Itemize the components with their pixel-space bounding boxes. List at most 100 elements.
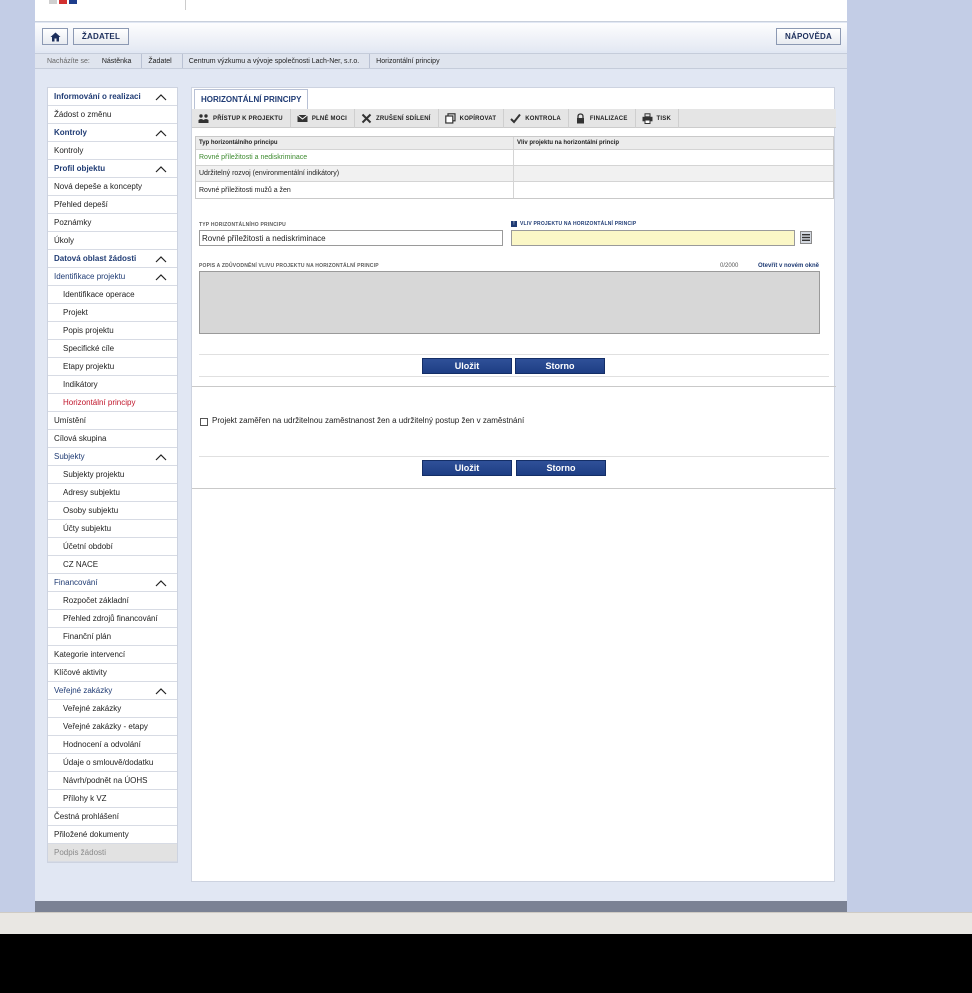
sidebar-item-label: Žádost o změnu [54,110,112,119]
chevron-up-icon[interactable] [155,128,167,138]
sidebar-item[interactable]: Profil objektu [48,160,177,178]
typ-field[interactable]: Rovné příležitosti a nediskriminace [199,230,503,246]
sidebar-item[interactable]: Projekt [48,304,177,322]
sidebar-item[interactable]: Návrh/podnět na ÚOHS [48,772,177,790]
chevron-up-icon[interactable] [155,452,167,462]
chevron-up-icon[interactable] [155,686,167,696]
action-lock-button[interactable]: FINALIZACE [569,109,636,128]
sidebar-item[interactable]: Přehled zdrojů financování [48,610,177,628]
sidebar-item[interactable]: Horizontální principy [48,394,177,412]
sidebar-item[interactable]: Přehled depeší [48,196,177,214]
sidebar-item[interactable]: Účetní období [48,538,177,556]
open-new-window-link[interactable]: Otevřít v novém okně [758,263,819,269]
sidebar-item[interactable]: Čestná prohlášení [48,808,177,826]
sidebar-item[interactable]: Hodnocení a odvolání [48,736,177,754]
table-row[interactable]: Udržitelný rozvoj (environmentální indik… [196,166,833,182]
sidebar-item[interactable]: Veřejné zakázky [48,700,177,718]
sidebar-item[interactable]: Etapy projektu [48,358,177,376]
sidebar-item[interactable]: Indikátory [48,376,177,394]
chevron-up-icon[interactable] [155,272,167,282]
chevron-up-icon[interactable] [155,92,167,102]
chevron-up-icon[interactable] [155,254,167,264]
sidebar-item[interactable]: Finanční plán [48,628,177,646]
home-icon [50,32,60,41]
sidebar-item-label: Horizontální principy [63,398,136,407]
vliv-field[interactable] [511,230,795,246]
sidebar-item[interactable]: Subjekty projektu [48,466,177,484]
sidebar-item-label: Specifické cíle [63,344,115,353]
table-cell-vliv [514,166,833,181]
sidebar-item[interactable]: Klíčové aktivity [48,664,177,682]
breadcrumb-item-nastenka[interactable]: Nástěnka [96,54,143,68]
flag-logo [49,0,81,4]
sidebar-item[interactable]: Cílová skupina [48,430,177,448]
sidebar-item[interactable]: Specifické cíle [48,340,177,358]
table-row[interactable]: Rovné příležitosti mužů a žen [196,182,833,198]
table-cell-vliv [514,182,833,198]
action-printer-button[interactable]: TISK [636,109,679,128]
sidebar-item-label: Osoby subjektu [63,506,119,515]
column-header-typ[interactable]: Typ horizontálního principu [196,137,514,149]
save-button[interactable]: Uložit [422,358,512,374]
popis-textarea[interactable] [199,271,820,334]
breadcrumb-item-zadatel[interactable]: Žadatel [142,54,183,68]
sidebar-item[interactable]: Adresy subjektu [48,484,177,502]
sidebar-item[interactable]: Poznámky [48,214,177,232]
sidebar-item[interactable]: Nová depeše a koncepty [48,178,177,196]
breadcrumb-item-subject[interactable]: Centrum výzkumu a vývoje společnosti Lac… [183,54,371,68]
save-button-2[interactable]: Uložit [422,460,512,476]
chevron-up-icon[interactable] [155,578,167,588]
action-check-button[interactable]: KONTROLA [504,109,569,128]
sidebar-item[interactable]: Financování [48,574,177,592]
sidebar-item-label: Kontroly [54,128,87,137]
list-picker-icon[interactable] [800,231,812,244]
sidebar-item[interactable]: Žádost o změnu [48,106,177,124]
x-icon [361,113,372,124]
sidebar-item[interactable]: Přílohy k VZ [48,790,177,808]
table-cell-typ: Rovné příležitosti mužů a žen [196,182,514,198]
sidebar-item[interactable]: Kontroly [48,124,177,142]
sidebar-item[interactable]: Veřejné zakázky - etapy [48,718,177,736]
sidebar-item[interactable]: Osoby subjektu [48,502,177,520]
sidebar-item-label: Projekt [63,308,88,317]
sidebar-item-label: Čestná prohlášení [54,812,119,821]
column-header-vliv[interactable]: Vliv projektu na horizontální princip [514,137,833,149]
sidebar-item[interactable]: Identifikace projektu [48,268,177,286]
sidebar-item[interactable]: Účty subjektu [48,520,177,538]
sidebar-item[interactable]: Kategorie intervencí [48,646,177,664]
zadatel-button[interactable]: ŽADATEL [73,28,129,45]
women-employment-label[interactable]: Projekt zaměřen na udržitelnou zaměstnan… [212,416,524,425]
sidebar-item[interactable]: Datová oblast žádosti [48,250,177,268]
app-container: ŽADATEL NÁPOVĚDA Nacházíte se: Nástěnka … [35,0,847,912]
sidebar-item[interactable]: Úkoly [48,232,177,250]
sidebar-item[interactable]: Kontroly [48,142,177,160]
popis-label: POPIS A ZDŮVODNĚNÍ VLIVU PROJEKTU NA HOR… [199,263,379,269]
cancel-button-2[interactable]: Storno [516,460,606,476]
sidebar-item-label: Cílová skupina [54,434,107,443]
women-employment-checkbox[interactable] [200,418,208,426]
sidebar-item[interactable]: Subjekty [48,448,177,466]
action-x-button[interactable]: ZRUŠENÍ SDÍLENÍ [355,109,439,128]
sidebar-item-label: Popis projektu [63,326,114,335]
action-envelope-button[interactable]: PLNÉ MOCI [291,109,355,128]
tab-horizontal-principles[interactable]: HORIZONTÁLNÍ PRINCIPY [194,89,309,109]
sidebar-item[interactable]: Přiložené dokumenty [48,826,177,844]
help-button[interactable]: NÁPOVĚDA [776,28,841,45]
footer-strip [35,901,847,912]
sidebar-item[interactable]: Veřejné zakázky [48,682,177,700]
table-header-row: Typ horizontálního principu Vliv projekt… [196,137,833,150]
sidebar-item[interactable]: Umístění [48,412,177,430]
cancel-button[interactable]: Storno [515,358,605,374]
table-row[interactable]: Rovné příležitosti a nediskriminace [196,150,833,166]
divider [199,456,829,457]
home-button[interactable] [42,28,68,45]
sidebar-item[interactable]: Identifikace operace [48,286,177,304]
action-copy-button[interactable]: KOPÍROVAT [439,109,505,128]
chevron-up-icon[interactable] [155,164,167,174]
sidebar-item[interactable]: Informování o realizaci [48,88,177,106]
sidebar-item[interactable]: Rozpočet základní [48,592,177,610]
sidebar-item[interactable]: Popis projektu [48,322,177,340]
action-people-button[interactable]: PŘÍSTUP K PROJEKTU [192,109,291,128]
sidebar-item[interactable]: Údaje o smlouvě/dodatku [48,754,177,772]
sidebar-item[interactable]: CZ NACE [48,556,177,574]
